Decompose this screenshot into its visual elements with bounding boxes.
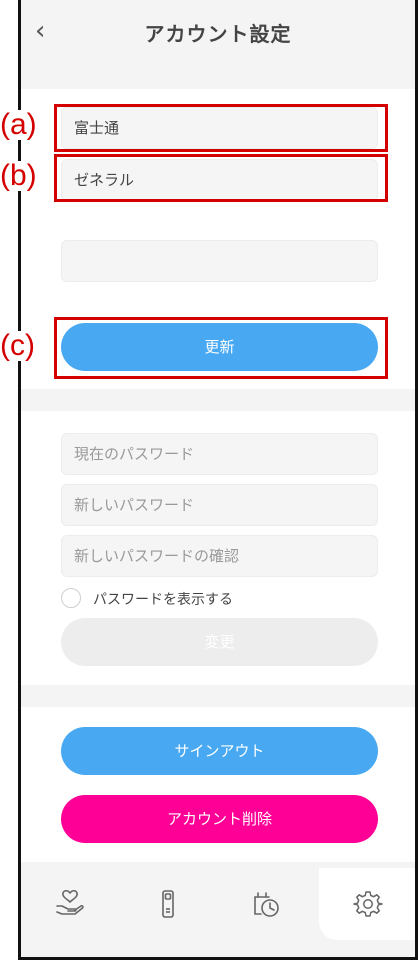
new-password-field[interactable]: 新しいパスワード: [61, 484, 378, 526]
gear-icon: [353, 891, 383, 917]
signout-button[interactable]: サインアウト: [61, 727, 378, 775]
hand-heart-icon: [56, 889, 84, 915]
show-password-label: パスワードを表示する: [93, 592, 233, 608]
callout-b: (b): [0, 159, 37, 192]
third-name-field[interactable]: [61, 240, 378, 282]
show-password-radio[interactable]: [61, 588, 81, 608]
annotation-box-c: [54, 317, 388, 379]
delete-account-button[interactable]: アカウント削除: [61, 795, 378, 843]
callout-a: (a): [0, 108, 37, 141]
confirm-password-field[interactable]: 新しいパスワードの確認: [61, 535, 378, 577]
current-password-field[interactable]: 現在のパスワード: [61, 433, 378, 475]
tab-settings[interactable]: [319, 868, 415, 940]
tab-bar: [21, 868, 415, 957]
header: ‹ アカウント設定: [21, 0, 415, 62]
account-section: サインアウト アカウント削除: [21, 707, 415, 862]
callout-c: (c): [0, 329, 35, 362]
annotation-box-b: [54, 154, 388, 202]
remote-control-icon: [162, 890, 174, 918]
annotation-box-a: [54, 104, 388, 152]
tab-care[interactable]: [21, 868, 119, 940]
timer-clock-icon: [254, 892, 279, 917]
tab-timer[interactable]: [217, 868, 315, 940]
change-password-button[interactable]: 変更: [61, 618, 378, 666]
page-title: アカウント設定: [144, 22, 292, 46]
password-section: 現在のパスワード 新しいパスワード 新しいパスワードの確認 変更: [21, 411, 415, 685]
tab-remote[interactable]: [119, 868, 217, 940]
